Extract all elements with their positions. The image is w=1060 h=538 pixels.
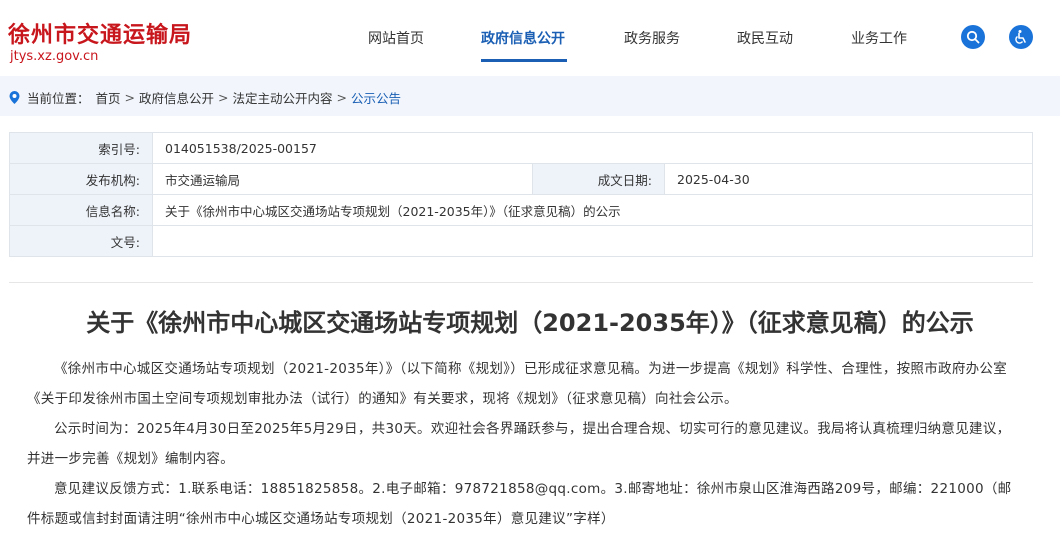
document-meta-table: 索引号: 014051538/2025-00157 发布机构: 市交通运输局 成…: [9, 132, 1033, 257]
breadcrumb-statutory-content[interactable]: 法定主动公开内容: [233, 88, 333, 107]
accessibility-button[interactable]: [1009, 25, 1033, 49]
site-header: 徐州市交通运输局 jtys.xz.gov.cn 网站首页 政府信息公开 政务服务…: [0, 0, 1060, 76]
nav-business[interactable]: 业务工作: [851, 28, 907, 48]
meta-publisher-label: 发布机构:: [9, 163, 153, 195]
accessibility-icon: [1015, 30, 1026, 44]
meta-index-label: 索引号:: [9, 132, 153, 164]
nav-active-underline: [481, 59, 567, 62]
breadcrumb-home[interactable]: 首页: [96, 88, 121, 107]
breadcrumb-gov-info[interactable]: 政府信息公开: [139, 88, 214, 107]
meta-row-publisher: 发布机构: 市交通运输局 成文日期: 2025-04-30: [9, 163, 1033, 195]
article-paragraph: 《徐州市中心城区交通场站专项规划（2021-2035年）》（以下简称《规划》）已…: [27, 361, 1008, 407]
meta-row-name: 信息名称: 关于《徐州市中心城区交通场站专项规划（2021-2035年）》（征求…: [9, 194, 1033, 226]
meta-publisher-value: 市交通运输局: [152, 163, 533, 195]
breadcrumb-separator: >: [124, 90, 136, 105]
nav-services[interactable]: 政务服务: [624, 28, 680, 48]
nav-home[interactable]: 网站首页: [368, 28, 424, 48]
search-icon: [966, 30, 980, 44]
nav-gov-info[interactable]: 政府信息公开: [481, 28, 565, 48]
breadcrumb-current[interactable]: 公示公告: [351, 88, 401, 107]
article-paragraph: 公示时间为：2025年4月30日至2025年5月29日，共30天。欢迎社会各界踊…: [27, 421, 1011, 467]
breadcrumb-bar: 当前位置： 首页 > 政府信息公开 > 法定主动公开内容 > 公示公告: [0, 76, 1060, 116]
content-divider: [9, 282, 1033, 283]
site-logo-title[interactable]: 徐州市交通运输局: [8, 17, 192, 49]
site-url: jtys.xz.gov.cn: [10, 49, 99, 64]
article-title: 关于《徐州市中心城区交通场站专项规划（2021-2035年）》（征求意见稿）的公…: [86, 309, 974, 337]
meta-date-value: 2025-04-30: [664, 163, 1033, 195]
location-pin-icon: [8, 90, 21, 105]
breadcrumb: 当前位置： 首页 > 政府信息公开 > 法定主动公开内容 > 公示公告: [8, 88, 401, 107]
breadcrumb-separator: >: [336, 90, 348, 105]
meta-row-docno: 文号:: [9, 225, 1033, 257]
meta-name-label: 信息名称:: [9, 194, 153, 226]
meta-name-value: 关于《徐州市中心城区交通场站专项规划（2021-2035年）》（征求意见稿）的公…: [152, 194, 1033, 226]
breadcrumb-prefix: 当前位置：: [27, 91, 90, 106]
breadcrumb-separator: >: [218, 90, 229, 105]
meta-docno-label: 文号:: [9, 225, 153, 257]
meta-date-label: 成文日期:: [532, 163, 665, 195]
article-paragraph: 意见建议反馈方式：1.联系电话：18851825858。2.电子邮箱：97872…: [27, 481, 1012, 527]
meta-row-index: 索引号: 014051538/2025-00157: [9, 132, 1033, 164]
nav-interaction[interactable]: 政民互动: [737, 28, 793, 48]
meta-index-value: 014051538/2025-00157: [152, 132, 1033, 164]
meta-docno-value: [152, 225, 1033, 257]
search-button[interactable]: [961, 25, 985, 49]
